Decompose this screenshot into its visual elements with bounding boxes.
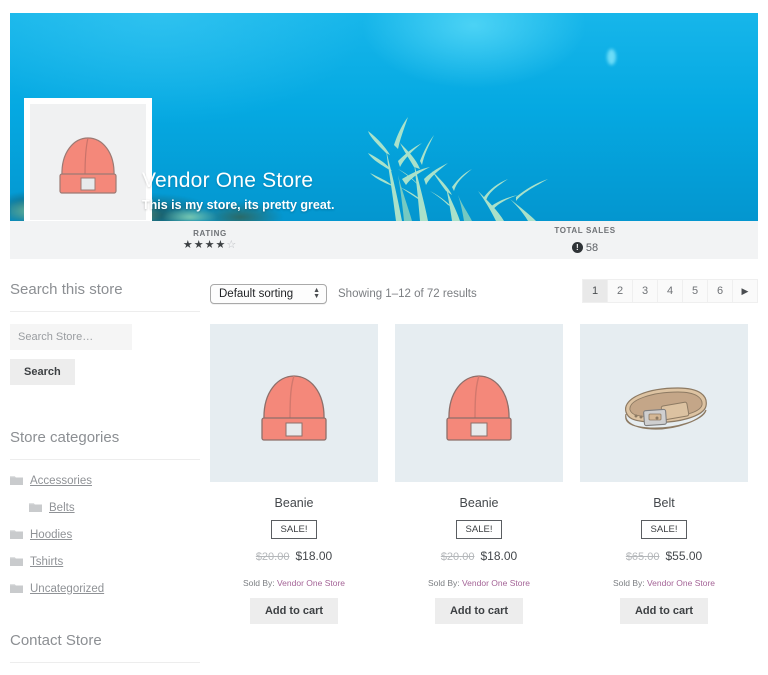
beanie-image xyxy=(261,375,327,441)
vendor-link[interactable]: Vendor One Store xyxy=(277,578,345,588)
list-item[interactable]: Accessories xyxy=(10,472,200,490)
total-sales-stat: TOTAL SALES ! 58 xyxy=(530,226,640,255)
folder-icon xyxy=(10,580,23,598)
add-to-cart-button[interactable]: Add to cart xyxy=(619,598,709,624)
store-title: Vendor One Store xyxy=(142,169,314,192)
sales-badge-icon: ! xyxy=(571,242,583,253)
add-to-cart-button[interactable]: Add to cart xyxy=(249,598,339,624)
coral-plant-icon xyxy=(368,117,548,221)
product-title: Beanie xyxy=(459,496,499,510)
sold-by: Sold By: Vendor One Store xyxy=(580,578,748,588)
sale-badge: SALE! xyxy=(270,520,318,539)
store-stats-bar: RATING ★★★★☆ TOTAL SALES ! 58 xyxy=(10,221,758,259)
page-body: Search this store Search Store categorie… xyxy=(0,259,768,675)
pagination-next-icon[interactable]: ▶ xyxy=(733,279,758,303)
products-toolbar: Default sorting ▲ ▼ Showing 1–12 of 72 re… xyxy=(210,279,758,307)
result-count: Showing 1–12 of 72 results xyxy=(338,288,477,300)
price-old: $65.00 xyxy=(625,551,660,563)
product-card[interactable]: Beanie SALE! $20.00 $18.00 Sold By: Vendo… xyxy=(395,324,563,624)
category-link[interactable]: Hoodies xyxy=(30,529,72,541)
star-filled-icon: ★ xyxy=(193,239,205,251)
folder-icon xyxy=(10,472,23,490)
total-sales-count: 58 xyxy=(585,241,599,254)
price-old: $20.00 xyxy=(440,551,475,563)
price-old: $20.00 xyxy=(255,551,290,563)
store-logo xyxy=(24,98,152,221)
vendor-link[interactable]: Vendor One Store xyxy=(462,578,530,588)
sidebar: Search this store Search Store categorie… xyxy=(10,259,200,675)
total-sales-value-wrap: ! 58 xyxy=(571,241,599,254)
category-link[interactable]: Tshirts xyxy=(30,556,63,568)
pagination-page-2[interactable]: 2 xyxy=(608,279,633,303)
sale-badge: SALE! xyxy=(455,520,503,539)
category-link[interactable]: Uncategorized xyxy=(30,583,104,595)
store-categories-title: Store categories xyxy=(10,429,200,460)
category-link[interactable]: Accessories xyxy=(30,475,92,487)
pagination-page-6[interactable]: 6 xyxy=(708,279,733,303)
pagination: 1 2 3 4 5 6 ▶ xyxy=(582,279,758,303)
pagination-page-1[interactable]: 1 xyxy=(582,279,608,303)
folder-icon xyxy=(10,526,23,544)
sold-by-prefix: Sold By: xyxy=(612,578,645,588)
product-title: Belt xyxy=(653,496,675,510)
store-search-form: Search xyxy=(10,324,200,385)
belt-image xyxy=(625,387,707,430)
product-thumbnail[interactable] xyxy=(210,324,378,482)
star-filled-icon: ★ xyxy=(215,239,227,251)
category-link[interactable]: Belts xyxy=(49,502,75,514)
rating-stat: RATING ★★★★☆ xyxy=(160,229,260,251)
list-item[interactable]: Tshirts xyxy=(10,553,200,571)
store-categories-list: Accessories Belts Hoodies Tshirts Uncate… xyxy=(10,472,200,598)
star-filled-icon: ★ xyxy=(182,239,194,251)
star-filled-icon: ★ xyxy=(204,239,216,251)
store-banner: Vendor One Store This is my store, its p… xyxy=(10,13,758,221)
contact-store-title: Contact Store xyxy=(10,632,200,663)
search-button[interactable]: Search xyxy=(10,359,75,385)
price-new: $18.00 xyxy=(480,549,518,563)
product-card[interactable]: Beanie SALE! $20.00 $18.00 Sold By: Vendo… xyxy=(210,324,378,624)
price-new: $18.00 xyxy=(295,549,333,563)
product-price: $65.00 $55.00 xyxy=(580,549,748,563)
rating-stars: ★★★★☆ xyxy=(160,240,260,251)
list-item[interactable]: Belts xyxy=(10,499,200,517)
product-title: Beanie xyxy=(274,496,314,510)
main-content: Default sorting ▲ ▼ Showing 1–12 of 72 re… xyxy=(200,259,758,675)
product-price: $20.00 $18.00 xyxy=(395,549,563,563)
pagination-page-3[interactable]: 3 xyxy=(633,279,658,303)
sorting-select[interactable]: Default sorting xyxy=(210,284,327,305)
list-item[interactable]: Hoodies xyxy=(10,526,200,544)
add-to-cart-button[interactable]: Add to cart xyxy=(434,598,524,624)
beanie-image xyxy=(30,104,146,220)
list-item[interactable]: Uncategorized xyxy=(10,580,200,598)
search-input[interactable] xyxy=(10,324,132,350)
total-sales-label: TOTAL SALES xyxy=(554,225,616,235)
sold-by: Sold By: Vendor One Store xyxy=(395,578,563,588)
price-new: $55.00 xyxy=(665,549,703,563)
rating-label: RATING xyxy=(193,229,227,238)
pagination-page-4[interactable]: 4 xyxy=(658,279,683,303)
pagination-page-5[interactable]: 5 xyxy=(683,279,708,303)
star-empty-icon: ☆ xyxy=(226,239,238,251)
sold-by-prefix: Sold By: xyxy=(427,578,460,588)
sale-badge: SALE! xyxy=(640,520,688,539)
sold-by: Sold By: Vendor One Store xyxy=(210,578,378,588)
beanie-image xyxy=(446,375,512,441)
sold-by-prefix: Sold By: xyxy=(242,578,275,588)
store-description: This is my store, its pretty great. xyxy=(142,198,335,213)
bubble-icon xyxy=(607,49,616,65)
folder-icon xyxy=(29,499,42,517)
product-card[interactable]: Belt SALE! $65.00 $55.00 Sold By: Vendor … xyxy=(580,324,748,624)
product-thumbnail[interactable] xyxy=(580,324,748,482)
vendor-link[interactable]: Vendor One Store xyxy=(647,578,715,588)
folder-icon xyxy=(10,553,23,571)
product-grid: Beanie SALE! $20.00 $18.00 Sold By: Vendo… xyxy=(210,324,758,624)
product-price: $20.00 $18.00 xyxy=(210,549,378,563)
product-thumbnail[interactable] xyxy=(395,324,563,482)
search-widget-title: Search this store xyxy=(10,281,200,312)
store-banner-text: Vendor One Store This is my store, its p… xyxy=(142,168,334,212)
sorting-select-wrap: Default sorting ▲ ▼ xyxy=(210,284,327,305)
